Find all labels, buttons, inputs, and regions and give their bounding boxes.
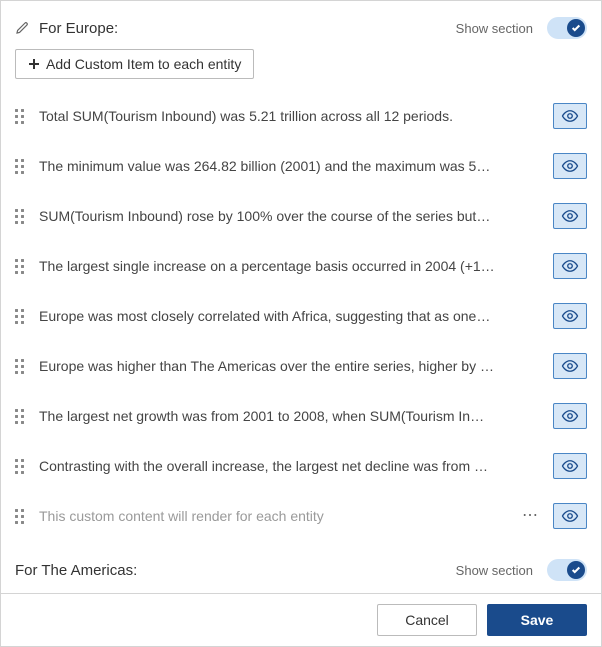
- list-item: SUM(Tourism Inbound) rose by 100% over t…: [15, 191, 587, 241]
- visibility-button[interactable]: [553, 103, 587, 129]
- item-text: Europe was higher than The Americas over…: [39, 358, 543, 374]
- checkmark-icon: [567, 19, 585, 37]
- drag-handle-icon[interactable]: [15, 359, 29, 373]
- drag-handle-icon[interactable]: [15, 309, 29, 323]
- panel: For Europe: Show section Add Custom Item…: [0, 0, 602, 647]
- drag-handle-icon[interactable]: [15, 109, 29, 123]
- drag-handle-icon[interactable]: [15, 509, 29, 523]
- add-custom-item-label: Add Custom Item to each entity: [46, 56, 241, 72]
- visibility-button[interactable]: [553, 403, 587, 429]
- section-header-americas: For The Americas: Show section: [15, 555, 587, 591]
- list-item: The largest single increase on a percent…: [15, 241, 587, 291]
- show-section-label: Show section: [456, 21, 533, 36]
- drag-handle-icon[interactable]: [15, 159, 29, 173]
- list-item-custom: This custom content will render for each…: [15, 491, 587, 541]
- item-text: Total SUM(Tourism Inbound) was 5.21 tril…: [39, 108, 543, 124]
- save-button[interactable]: Save: [487, 604, 587, 636]
- visibility-button[interactable]: [553, 353, 587, 379]
- plus-icon: [28, 58, 40, 70]
- list-item: The largest net growth was from 2001 to …: [15, 391, 587, 441]
- eye-icon: [561, 407, 579, 425]
- item-list-europe: Total SUM(Tourism Inbound) was 5.21 tril…: [15, 91, 587, 541]
- pencil-icon[interactable]: [15, 19, 31, 38]
- visibility-button[interactable]: [553, 503, 587, 529]
- cancel-button[interactable]: Cancel: [377, 604, 477, 636]
- eye-icon: [561, 307, 579, 325]
- visibility-button[interactable]: [553, 153, 587, 179]
- drag-handle-icon[interactable]: [15, 459, 29, 473]
- eye-icon: [561, 257, 579, 275]
- eye-icon: [561, 107, 579, 125]
- eye-icon: [561, 507, 579, 525]
- list-item: Europe was most closely correlated with …: [15, 291, 587, 341]
- custom-item-input[interactable]: This custom content will render for each…: [39, 508, 508, 524]
- list-item: The minimum value was 264.82 billion (20…: [15, 141, 587, 191]
- list-item: Contrasting with the overall increase, t…: [15, 441, 587, 491]
- eye-icon: [561, 457, 579, 475]
- show-section-label: Show section: [456, 563, 533, 578]
- item-menu-button[interactable]: ⋯: [518, 508, 543, 524]
- eye-icon: [561, 357, 579, 375]
- item-text: The largest single increase on a percent…: [39, 258, 543, 274]
- visibility-button[interactable]: [553, 453, 587, 479]
- footer: Cancel Save: [1, 593, 601, 646]
- visibility-button[interactable]: [553, 203, 587, 229]
- show-section-toggle[interactable]: [547, 559, 587, 581]
- show-section-toggle[interactable]: [547, 17, 587, 39]
- item-text: Europe was most closely correlated with …: [39, 308, 543, 324]
- eye-icon: [561, 207, 579, 225]
- item-text: SUM(Tourism Inbound) rose by 100% over t…: [39, 208, 543, 224]
- drag-handle-icon[interactable]: [15, 259, 29, 273]
- list-item: Total SUM(Tourism Inbound) was 2.57 tril…: [15, 591, 587, 593]
- list-item: Total SUM(Tourism Inbound) was 5.21 tril…: [15, 91, 587, 141]
- item-list-americas: Total SUM(Tourism Inbound) was 2.57 tril…: [15, 591, 587, 593]
- drag-handle-icon[interactable]: [15, 209, 29, 223]
- content-scroll: For Europe: Show section Add Custom Item…: [1, 1, 601, 593]
- section-header-europe: For Europe: Show section: [15, 13, 587, 49]
- item-text: The minimum value was 264.82 billion (20…: [39, 158, 543, 174]
- visibility-button[interactable]: [553, 253, 587, 279]
- section-title: For Europe:: [39, 20, 448, 37]
- add-custom-item-button[interactable]: Add Custom Item to each entity: [15, 49, 254, 79]
- visibility-button[interactable]: [553, 303, 587, 329]
- item-text: Contrasting with the overall increase, t…: [39, 458, 543, 474]
- item-text: The largest net growth was from 2001 to …: [39, 408, 543, 424]
- eye-icon: [561, 157, 579, 175]
- section-title: For The Americas:: [15, 562, 448, 579]
- list-item: Europe was higher than The Americas over…: [15, 341, 587, 391]
- drag-handle-icon[interactable]: [15, 409, 29, 423]
- checkmark-icon: [567, 561, 585, 579]
